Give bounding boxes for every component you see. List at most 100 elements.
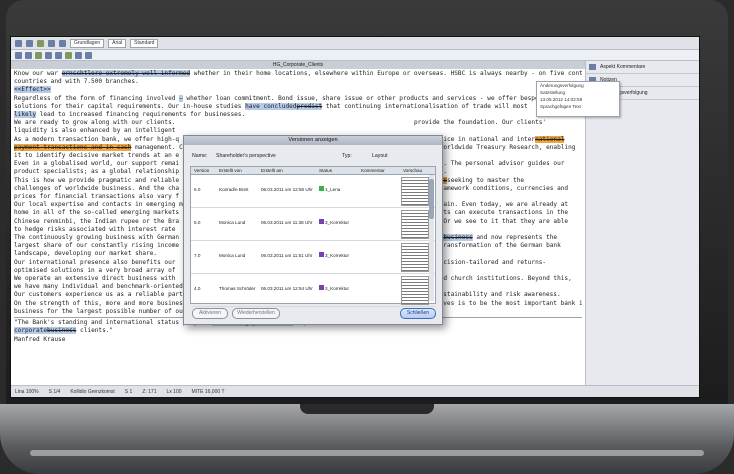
side-item-comments[interactable]: Aspekt Kommentare [586,61,699,74]
table-row[interactable]: 4.0 Thomas Schröder 06.03.2011 um 12:54 Uh… [191,274,435,307]
text-run: seeking to master the [447,176,525,184]
type-value: Layout [372,153,388,159]
text-run: solutions for their capital requirements… [14,102,246,110]
text-run: likely [14,111,37,119]
bold-icon[interactable] [15,51,22,59]
screen: Grundlagen Arial Standard HG_Corporate_C… [10,36,700,398]
text-run: clients." [76,327,114,335]
comment-icon [589,64,596,70]
style-dropdown[interactable]: Standard [130,38,159,48]
popup-line: Sprachgefügen Text [540,104,581,109]
text-run: optimised solutions in a very broad arra… [14,266,176,274]
text-run: Know our war [14,70,62,77]
change-tooltip: Änderungsverfolgung Satzstellung 13.05.2… [536,81,620,117]
base-edge [30,450,704,456]
table-row[interactable]: 6.0 Konrad/e Breit 06.03.2011 um 12:56 Uhr… [191,175,435,208]
table-header: Version Erstellt von Erstellt am Status … [191,167,435,175]
cell-author: Thomas Schröder [219,286,256,291]
align-left-icon[interactable] [45,51,52,59]
app-icon[interactable] [15,39,22,47]
laptop-lid: Grundlagen Arial Standard HG_Corporate_C… [6,0,728,404]
color-icon[interactable] [85,51,92,59]
text-run: <<Effect>> [14,86,51,94]
preview-thumbnail [401,276,429,305]
cell-version: 4.0 [194,286,201,291]
popup-line: Satzstellung [540,90,566,95]
cell-date: 06.03.2011 um 11:51 Uhr [261,253,313,258]
table-body: 6.0 Konrad/e Breit 06.03.2011 um 12:56 Uhr… [191,175,435,307]
status-item: Lx 100 [166,389,182,395]
print-icon[interactable] [37,39,44,47]
laptop: Grundlagen Arial Standard HG_Corporate_C… [0,0,734,474]
redo-icon[interactable] [59,39,66,47]
save-icon[interactable] [26,39,33,47]
status-color-badge [319,219,324,224]
text-run: largest share of our constantly rising i… [14,242,180,250]
restore-button[interactable]: Wiederherstellen [232,308,280,319]
text-line: solutions for their capital requirements… [14,102,582,111]
text-run: liquidity is also enhanced by an intelli… [14,127,176,135]
table-scrollbar[interactable] [429,175,434,301]
text-run: challenges of worldwide business. And th… [14,184,180,192]
text-run: countries and with 7.500 branches. [14,78,139,86]
dialog-title[interactable]: Versionen anzeigen [184,136,442,145]
text-run: landscape, developing our market share. [14,250,158,258]
text-run: and now represents the [472,234,558,242]
text-line: likely lead to increased financing requi… [14,111,582,119]
quote-line: corporatebusiness clients." [14,327,582,335]
col-status[interactable]: Status [319,168,332,173]
popup-line: 13.05.2012 14:02:59 [540,97,583,102]
col-comment[interactable]: Kommentar [361,168,385,173]
font-dropdown[interactable]: Arial [108,38,127,48]
text-run: business [443,234,473,242]
preview-thumbnail [401,177,429,206]
text-run: product specialists; as a global relatio… [14,168,180,176]
cell-version: 5.0 [194,220,201,225]
cell-date: 06.03.2011 um 12:56 Uhr [261,187,313,192]
cell-version: 6.0 [194,187,201,192]
cell-status: 3_Korrektur [325,220,350,225]
text-line: We are ready to grow along with our clie… [14,119,582,127]
status-color-badge [319,186,324,191]
view-dropdown[interactable]: Grundlagen [70,38,105,48]
versions-dialog: Versionen anzeigen Name: Shareholder's p… [183,135,443,325]
text-line: Regardless of the form of financing invo… [14,94,582,103]
text-run: lead to increased financing requirements… [36,111,246,119]
activate-button[interactable]: Aktivieren [192,308,228,319]
format-toolbar [11,50,699,61]
scroll-thumb[interactable] [429,179,434,219]
underline-icon[interactable] [35,51,42,59]
close-button[interactable]: Schließen [400,308,436,319]
text-line-fragment: provide the foundation. Our clients' [414,119,546,127]
undo-icon[interactable] [48,39,55,47]
text-line: Know our war ernschtlere extremely well … [14,70,582,78]
cell-date: 06.03.2011 um 12:54 Uhr [261,286,313,291]
col-date[interactable]: Erstellt am [261,168,283,173]
popup-line: Änderungsverfolgung [540,83,584,88]
text-run: have concluded [245,102,297,110]
text-run: Chinese renminbi, the Indian rupee or th… [14,217,180,225]
col-author[interactable]: Erstellt von [219,168,242,173]
document-tab[interactable]: HG_Corporate_Clients [11,61,585,69]
text-line: <<Effect>> [14,86,582,94]
align-center-icon[interactable] [55,51,62,59]
text-run: We are ready to grow along with our clie… [14,119,176,127]
versions-table: Version Erstellt von Erstellt am Status … [190,166,436,307]
name-label: Name: [192,153,208,159]
cell-status: 3_Korrektur [325,253,350,258]
status-item: Kollidio Grenzkomst [70,389,115,395]
text-run: that continuing internationalisation of … [322,102,528,110]
align-right-icon[interactable] [65,51,72,59]
text-run: predict [296,102,323,110]
col-preview[interactable]: Vorschau [403,168,422,173]
text-run: ernschtlere extremely well informed [61,70,191,77]
table-row[interactable]: 5.0 Monica Lund 06.03.2011 um 11:38 Uhr 3_K… [191,208,435,241]
col-version[interactable]: Version [194,168,209,173]
table-row[interactable]: 7.0 Monica Lund 06.03.2011 um 11:51 Uhr 3_K… [191,241,435,274]
list-icon[interactable] [75,51,82,59]
italic-icon[interactable] [25,51,32,59]
status-item: MITE 16,000 T [191,389,225,395]
hinge [300,404,434,414]
main-toolbar: Grundlagen Arial Standard [11,37,699,50]
cell-author: Konrad/e Breit [219,187,249,192]
